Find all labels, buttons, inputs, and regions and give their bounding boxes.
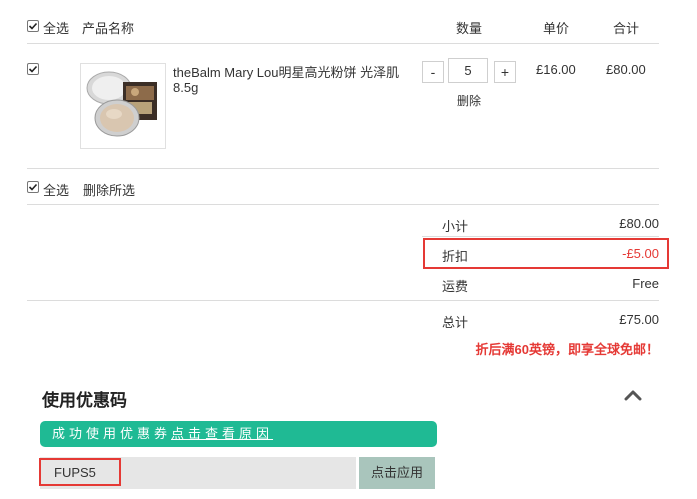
column-unit-price: 单价 [543, 21, 570, 36]
promo-reason-link[interactable]: 点击查看原因 [171, 426, 273, 441]
column-quantity: 数量 [456, 21, 483, 36]
quantity-decrease-button[interactable]: - [422, 61, 444, 83]
divider [27, 43, 659, 44]
product-name-line1[interactable]: theBalm Mary Lou明星高光粉饼 光泽肌 [173, 62, 399, 81]
delete-item-link[interactable]: 删除 [457, 92, 481, 109]
checkmark-icon [28, 183, 38, 191]
promo-section-title: 使用优惠码 [42, 391, 127, 410]
select-all-label-header: 全选 [43, 21, 70, 36]
quantity-input[interactable]: 5 [448, 58, 488, 83]
divider [27, 300, 659, 301]
product-thumbnail[interactable] [80, 63, 166, 149]
chevron-up-icon[interactable] [624, 388, 642, 402]
shipping-value: Free [632, 276, 659, 291]
promo-success-text: 成功使用优惠券 [52, 426, 172, 441]
promo-code-highlight [39, 458, 121, 486]
highlighter-compact-image [86, 71, 157, 137]
apply-promo-button[interactable]: 点击应用 [359, 457, 435, 489]
delete-selected-link[interactable]: 删除所选 [83, 180, 135, 199]
quantity-increase-button[interactable]: + [494, 61, 516, 83]
checkmark-icon [28, 22, 38, 30]
subtotal-value: £80.00 [619, 216, 659, 231]
promo-success-banner: 成功使用优惠券点击查看原因 [40, 421, 437, 447]
divider [422, 236, 659, 237]
divider [27, 204, 659, 205]
select-all-checkbox-header[interactable] [27, 20, 39, 32]
total-value: £75.00 [619, 312, 659, 327]
column-product-name: 产品名称 [82, 21, 135, 36]
item-checkbox[interactable] [27, 63, 39, 75]
item-line-total: £80.00 [606, 62, 646, 77]
select-all-label-footer: 全选 [43, 183, 70, 198]
subtotal-label: 小计 [442, 219, 469, 234]
column-total: 合计 [613, 21, 640, 36]
checkmark-icon [28, 65, 38, 73]
item-unit-price: £16.00 [536, 62, 576, 77]
divider [27, 168, 659, 169]
product-name-line2[interactable]: 8.5g [173, 80, 198, 95]
discount-label: 折扣 [442, 249, 469, 264]
shipping-label: 运费 [442, 279, 469, 294]
select-all-checkbox-footer[interactable] [27, 181, 39, 193]
total-label: 总计 [442, 315, 469, 330]
discount-value: -£5.00 [622, 246, 659, 261]
free-shipping-note: 折后满60英镑，即享全球免邮！ [475, 342, 659, 357]
